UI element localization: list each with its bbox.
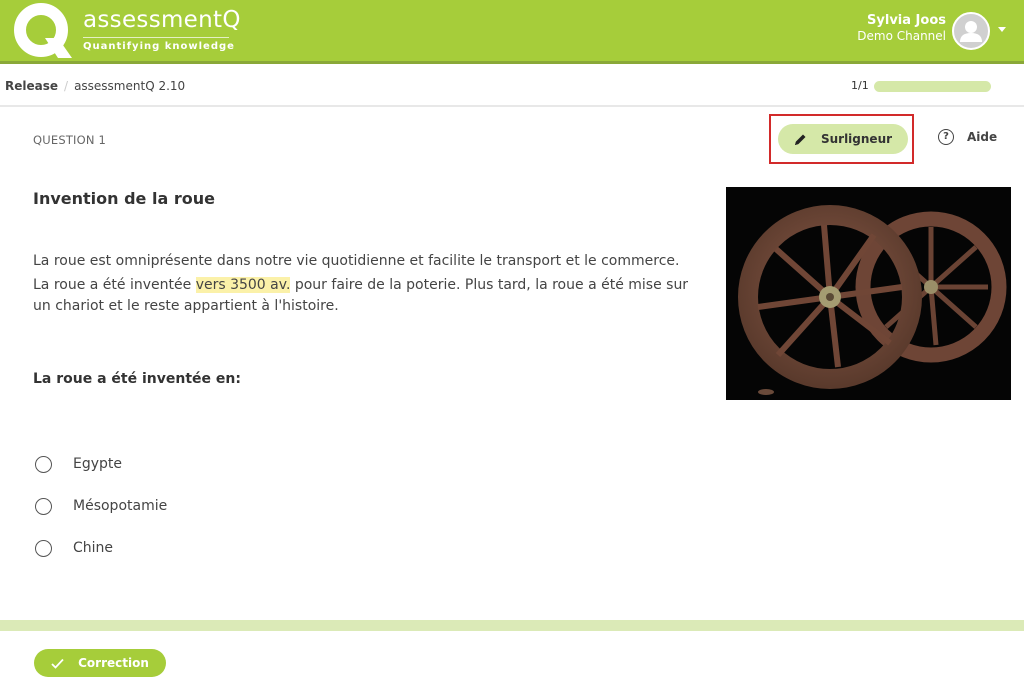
breadcrumb-current: assessmentQ 2.10 — [74, 79, 186, 93]
progress-fill — [874, 81, 991, 92]
brand-divider — [83, 37, 229, 38]
highlighter-label: Surligneur — [820, 132, 893, 146]
user-menu-caret-icon[interactable] — [998, 27, 1006, 32]
question-number: QUESTION 1 — [33, 133, 107, 147]
user-info[interactable]: Sylvia Joos Demo Channel — [857, 13, 946, 43]
paragraph-2-start: La roue a été inventée — [33, 277, 196, 293]
breadcrumb-separator: / — [64, 79, 69, 93]
highlighter-button[interactable]: Surligneur — [778, 124, 908, 154]
wheel-image — [726, 187, 1011, 400]
option-mesopotamie[interactable]: Mésopotamie — [35, 485, 167, 527]
question-text: La roue est omniprésente dans notre vie … — [33, 251, 703, 320]
option-label: Chine — [73, 540, 114, 556]
paragraph-2: La roue a été inventée vers 3500 av. pou… — [33, 275, 703, 317]
brand: assessmentQ Quantifying knowledge — [83, 6, 241, 52]
option-chine[interactable]: Chine — [35, 527, 167, 569]
checkmark-icon — [51, 658, 64, 669]
breadcrumb-bar: Release / assessmentQ 2.10 1/1 — [0, 67, 1024, 107]
footer-divider — [0, 620, 1024, 631]
correction-button[interactable]: Correction — [34, 649, 166, 677]
option-label: Egypte — [73, 456, 123, 472]
option-egypte[interactable]: Egypte — [35, 443, 167, 485]
highlighted-text[interactable]: vers 3500 av. — [195, 277, 291, 293]
correction-label: Correction — [78, 656, 149, 670]
user-icon — [960, 21, 982, 42]
radio-button[interactable] — [35, 539, 52, 557]
wheels-illustration — [738, 205, 1007, 395]
answer-options: Egypte Mésopotamie Chine — [35, 443, 167, 569]
logo-q-icon — [14, 3, 72, 58]
avatar[interactable] — [952, 12, 990, 50]
brand-tagline: Quantifying knowledge — [83, 41, 235, 52]
breadcrumb: Release / assessmentQ 2.10 — [5, 79, 185, 93]
user-name: Sylvia Joos — [867, 13, 946, 28]
option-label: Mésopotamie — [73, 498, 168, 514]
help-button[interactable]: ? Aide — [938, 129, 997, 145]
help-icon: ? — [938, 129, 954, 145]
breadcrumb-root[interactable]: Release — [5, 79, 58, 93]
paragraph-1: La roue est omniprésente dans notre vie … — [33, 253, 680, 269]
question-title: Invention de la roue — [33, 189, 215, 208]
brand-name: assessmentQ — [83, 7, 241, 33]
progress-bar — [874, 81, 991, 92]
pencil-icon — [794, 134, 806, 145]
help-label: Aide — [967, 130, 998, 144]
user-channel: Demo Channel — [857, 29, 946, 43]
radio-button[interactable] — [35, 455, 52, 473]
app-header: assessmentQ Quantifying knowledge Sylvia… — [0, 0, 1024, 64]
progress-label: 1/1 — [851, 79, 869, 92]
question-prompt: La roue a été inventée en: — [33, 371, 241, 387]
radio-button[interactable] — [35, 497, 52, 515]
